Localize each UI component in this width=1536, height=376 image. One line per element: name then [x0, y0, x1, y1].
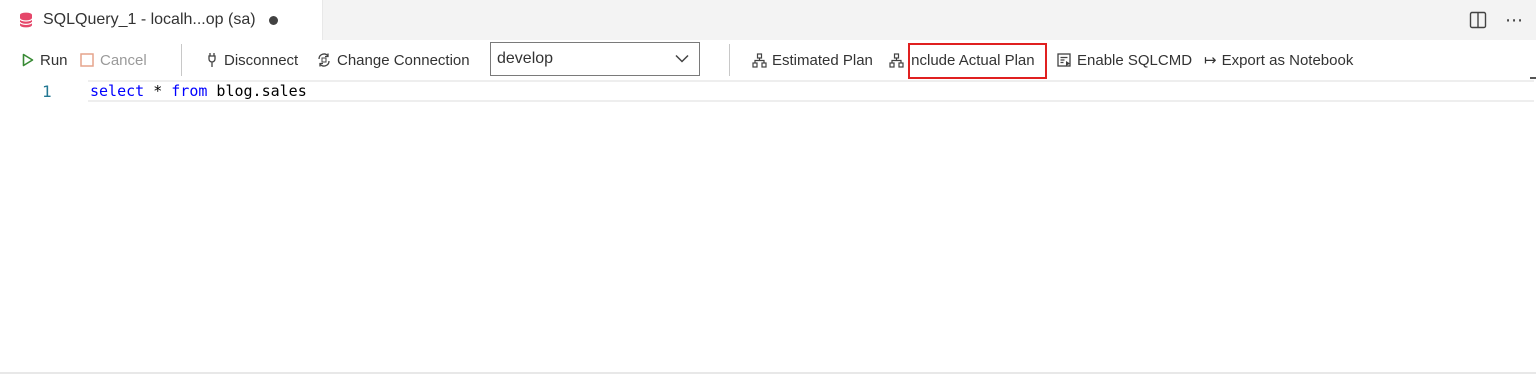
split-editor-icon[interactable] — [1469, 11, 1487, 29]
disconnect-button[interactable]: Disconnect — [206, 40, 298, 80]
enable-sqlcmd-label: Enable SQLCMD — [1077, 51, 1193, 69]
cancel-button[interactable]: Cancel — [80, 40, 147, 80]
estimated-plan-button[interactable]: Estimated Plan — [752, 40, 873, 80]
change-connection-button[interactable]: Change Connection — [316, 40, 470, 80]
include-actual-plan-button[interactable]: Include Actual Plan — [889, 40, 1035, 80]
database-select[interactable]: develop — [490, 42, 700, 76]
code-text[interactable]: select * from blog.sales — [90, 82, 307, 100]
disconnect-plug-icon — [206, 52, 218, 68]
sqlcmd-icon — [1057, 52, 1072, 68]
cancel-label: Cancel — [100, 51, 147, 69]
query-toolbar: Run Cancel Disconnect Change Connection … — [0, 40, 1536, 80]
unsaved-dot-icon[interactable] — [268, 15, 278, 25]
editor-bottom-border — [0, 372, 1536, 374]
enable-sqlcmd-button[interactable]: Enable SQLCMD — [1057, 40, 1192, 80]
include-actual-plan-label: Include Actual Plan — [907, 51, 1035, 69]
database-select-value: develop — [497, 50, 554, 67]
change-connection-icon — [316, 52, 332, 68]
overview-ruler-marker — [1530, 77, 1536, 79]
change-connection-label: Change Connection — [337, 51, 470, 69]
keyword-select: select — [90, 82, 145, 100]
editor-tab[interactable]: SQLQuery_1 - localh...op (sa) — [0, 0, 323, 40]
query-plan-icon — [752, 52, 767, 68]
disconnect-label: Disconnect — [224, 51, 299, 69]
toolbar-separator — [729, 44, 730, 76]
export-notebook-button[interactable]: ↦ Export as Notebook — [1204, 40, 1353, 80]
query-plan-icon — [889, 52, 904, 68]
play-icon — [22, 53, 34, 67]
export-arrow-icon: ↦ — [1204, 52, 1217, 69]
chevron-down-icon — [675, 50, 689, 68]
estimated-plan-label: Estimated Plan — [772, 51, 873, 69]
run-button[interactable]: Run — [22, 40, 68, 80]
keyword-from: from — [171, 82, 208, 100]
database-icon — [18, 12, 34, 28]
code-line[interactable]: 1 select * from blog.sales — [0, 80, 1536, 102]
tab-title: SQLQuery_1 - localh...op (sa) — [43, 11, 256, 28]
code-table: blog.sales — [207, 82, 307, 100]
toolbar-separator — [181, 44, 182, 76]
sql-editor[interactable]: 1 select * from blog.sales — [0, 77, 1536, 372]
export-notebook-label: Export as Notebook — [1221, 51, 1354, 69]
line-number: 1 — [42, 82, 52, 101]
code-star: * — [144, 82, 172, 100]
stop-icon — [80, 53, 94, 67]
run-label: Run — [40, 51, 68, 69]
editor-tab-bar: SQLQuery_1 - localh...op (sa) ⋯ — [0, 0, 1536, 40]
more-actions-icon[interactable]: ⋯ — [1505, 11, 1524, 29]
